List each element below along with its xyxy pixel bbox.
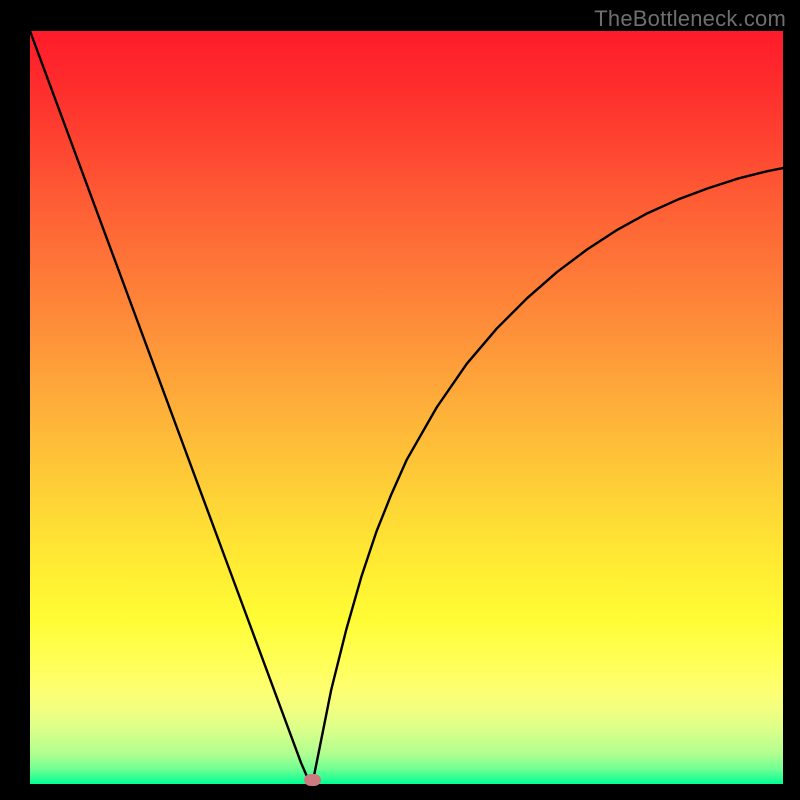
plot-area	[30, 31, 783, 784]
optimum-marker	[304, 774, 321, 786]
chart-frame: TheBottleneck.com	[0, 0, 800, 800]
bottleneck-curve	[30, 31, 783, 784]
curve-svg	[30, 31, 783, 784]
watermark-text: TheBottleneck.com	[594, 6, 786, 32]
